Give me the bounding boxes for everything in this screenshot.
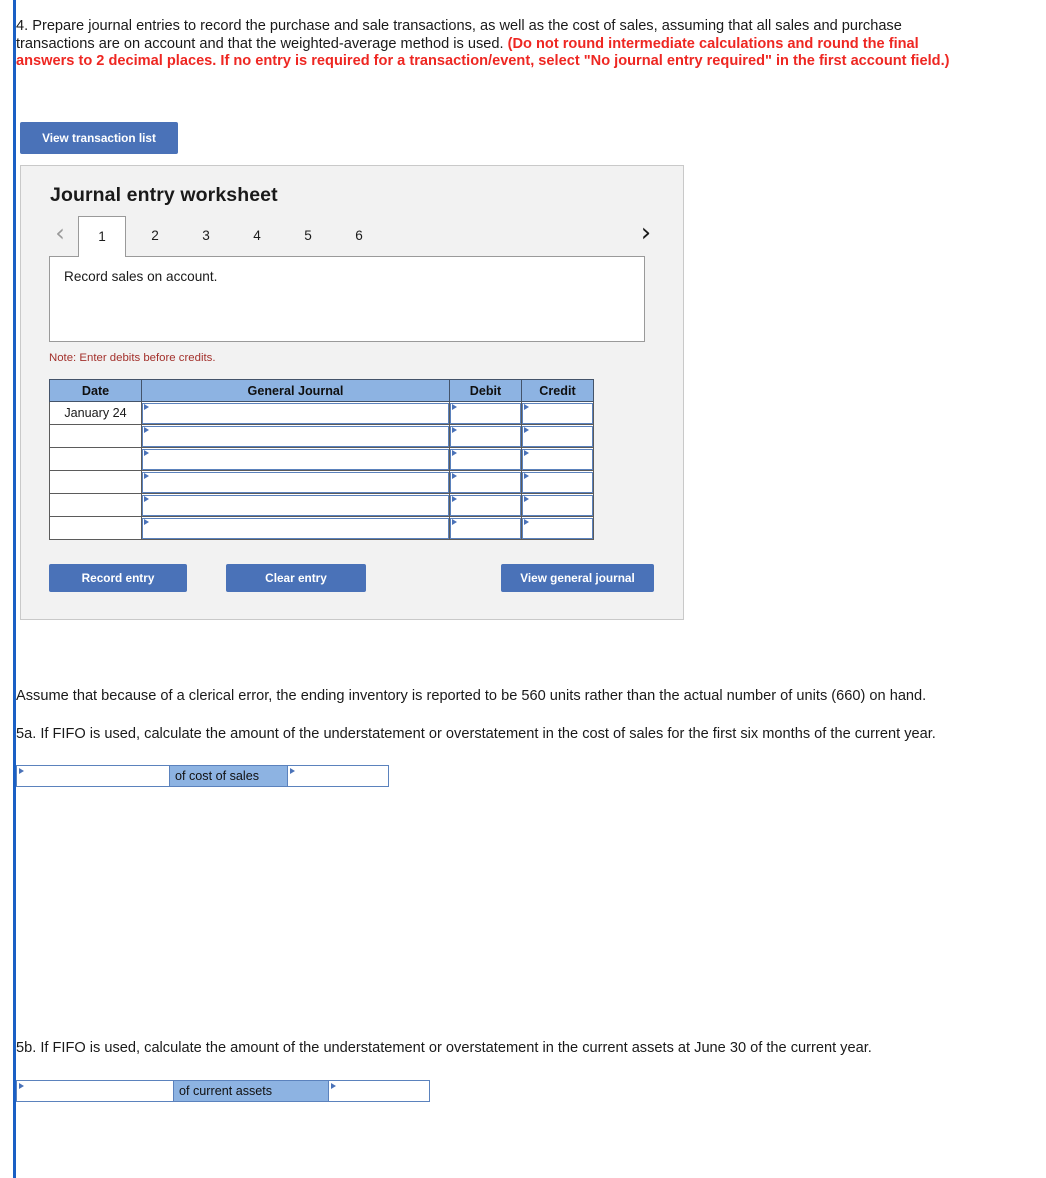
row-4-credit-input[interactable] bbox=[522, 494, 593, 516]
page-content: 4. Prepare journal entries to record the… bbox=[16, 0, 1046, 71]
table-row bbox=[49, 447, 594, 471]
table-row: of current assets bbox=[16, 1079, 430, 1102]
journal-table-header-row: Date General Journal Debit Credit bbox=[49, 379, 594, 402]
column-header-general-journal: General Journal bbox=[141, 379, 450, 402]
debits-before-credits-note: Note: Enter debits before credits. bbox=[49, 352, 216, 364]
row-5-credit-cell[interactable] bbox=[521, 516, 594, 540]
row-2-date-cell bbox=[49, 447, 142, 471]
row-1-credit-cell[interactable] bbox=[521, 424, 594, 448]
row-3-date-cell bbox=[49, 470, 142, 494]
q5b-value1-cell[interactable] bbox=[16, 1079, 174, 1102]
column-header-debit: Debit bbox=[449, 379, 522, 402]
table-row bbox=[49, 493, 594, 517]
q5b-label-cell: of current assets bbox=[173, 1079, 329, 1102]
row-3-debit-input[interactable] bbox=[450, 471, 521, 493]
row-2-debit-input[interactable] bbox=[450, 448, 521, 470]
row-5-credit-input[interactable] bbox=[522, 517, 593, 539]
chevron-left-icon[interactable]: ‹ bbox=[49, 219, 71, 249]
q5a-value2-cell[interactable] bbox=[287, 765, 389, 788]
row-0-account-input[interactable] bbox=[142, 402, 449, 424]
row-3-account-cell[interactable] bbox=[141, 470, 450, 494]
table-row bbox=[49, 424, 594, 448]
row-2-debit-cell[interactable] bbox=[449, 447, 522, 471]
worksheet-tab-strip: ‹ 1 2 3 4 5 6 › bbox=[49, 216, 657, 257]
column-header-date: Date bbox=[49, 379, 142, 402]
view-general-journal-button[interactable]: View general journal bbox=[501, 564, 654, 592]
row-2-account-cell[interactable] bbox=[141, 447, 450, 471]
row-4-date-cell bbox=[49, 493, 142, 517]
table-row bbox=[49, 516, 594, 540]
row-2-credit-cell[interactable] bbox=[521, 447, 594, 471]
q5a-value1-input[interactable] bbox=[17, 766, 169, 786]
table-row: of cost of sales bbox=[16, 765, 389, 788]
row-0-account-cell[interactable] bbox=[141, 401, 450, 425]
row-3-credit-input[interactable] bbox=[522, 471, 593, 493]
question-4-text: 4. Prepare journal entries to record the… bbox=[16, 18, 961, 71]
row-2-account-input[interactable] bbox=[142, 448, 449, 470]
tab-4[interactable]: 4 bbox=[235, 216, 279, 256]
tab-5[interactable]: 5 bbox=[286, 216, 330, 256]
table-row: January 24 bbox=[49, 401, 594, 425]
record-entry-button[interactable]: Record entry bbox=[49, 564, 187, 592]
transaction-description-box: Record sales on account. bbox=[49, 256, 645, 342]
row-1-account-cell[interactable] bbox=[141, 424, 450, 448]
q5a-value2-input[interactable] bbox=[288, 766, 388, 786]
q5a-label-cell: of cost of sales bbox=[169, 765, 288, 788]
column-header-credit: Credit bbox=[521, 379, 594, 402]
row-3-debit-cell[interactable] bbox=[449, 470, 522, 494]
question-5b-text: 5b. If FIFO is used, calculate the amoun… bbox=[16, 1040, 872, 1057]
row-5-account-input[interactable] bbox=[142, 517, 449, 539]
row-0-debit-cell[interactable] bbox=[449, 401, 522, 425]
tab-1[interactable]: 1 bbox=[78, 216, 126, 257]
row-0-debit-input[interactable] bbox=[450, 402, 521, 424]
row-5-debit-cell[interactable] bbox=[449, 516, 522, 540]
view-transaction-list-button[interactable]: View transaction list bbox=[20, 122, 178, 154]
q5a-value1-cell[interactable] bbox=[16, 765, 170, 788]
row-4-credit-cell[interactable] bbox=[521, 493, 594, 517]
row-4-account-cell[interactable] bbox=[141, 493, 450, 517]
row-3-credit-cell[interactable] bbox=[521, 470, 594, 494]
row-1-date-cell bbox=[49, 424, 142, 448]
tab-3[interactable]: 3 bbox=[184, 216, 228, 256]
row-4-debit-input[interactable] bbox=[450, 494, 521, 516]
row-5-account-cell[interactable] bbox=[141, 516, 450, 540]
row-0-date-cell: January 24 bbox=[49, 401, 142, 425]
chevron-right-icon[interactable]: › bbox=[635, 219, 657, 249]
transaction-description-text: Record sales on account. bbox=[64, 269, 218, 284]
row-3-account-input[interactable] bbox=[142, 471, 449, 493]
tab-2[interactable]: 2 bbox=[133, 216, 177, 256]
row-1-account-input[interactable] bbox=[142, 425, 449, 447]
question-5b-answer-table: of current assets bbox=[16, 1079, 430, 1102]
row-0-credit-cell[interactable] bbox=[521, 401, 594, 425]
worksheet-title: Journal entry worksheet bbox=[50, 184, 278, 206]
q5b-value2-cell[interactable] bbox=[328, 1079, 430, 1102]
q5b-value2-input[interactable] bbox=[329, 1081, 429, 1101]
row-4-account-input[interactable] bbox=[142, 494, 449, 516]
row-4-debit-cell[interactable] bbox=[449, 493, 522, 517]
table-row bbox=[49, 470, 594, 494]
row-5-date-cell bbox=[49, 516, 142, 540]
row-0-credit-input[interactable] bbox=[522, 402, 593, 424]
row-1-debit-input[interactable] bbox=[450, 425, 521, 447]
journal-entry-table: Date General Journal Debit Credit Januar… bbox=[49, 379, 594, 540]
clear-entry-button[interactable]: Clear entry bbox=[226, 564, 366, 592]
question-5a-text: 5a. If FIFO is used, calculate the amoun… bbox=[16, 725, 936, 742]
q5b-value1-input[interactable] bbox=[17, 1081, 173, 1101]
tab-6[interactable]: 6 bbox=[337, 216, 381, 256]
row-1-debit-cell[interactable] bbox=[449, 424, 522, 448]
question-4-block: 4. Prepare journal entries to record the… bbox=[16, 0, 1046, 71]
lower-questions-section: Assume that because of a clerical error,… bbox=[16, 688, 1036, 1102]
journal-entry-worksheet-panel: Journal entry worksheet ‹ 1 2 3 4 5 6 › … bbox=[20, 165, 684, 620]
row-2-credit-input[interactable] bbox=[522, 448, 593, 470]
row-1-credit-input[interactable] bbox=[522, 425, 593, 447]
row-5-debit-input[interactable] bbox=[450, 517, 521, 539]
question-5a-answer-table: of cost of sales bbox=[16, 765, 389, 788]
clerical-error-text: Assume that because of a clerical error,… bbox=[16, 688, 927, 704]
